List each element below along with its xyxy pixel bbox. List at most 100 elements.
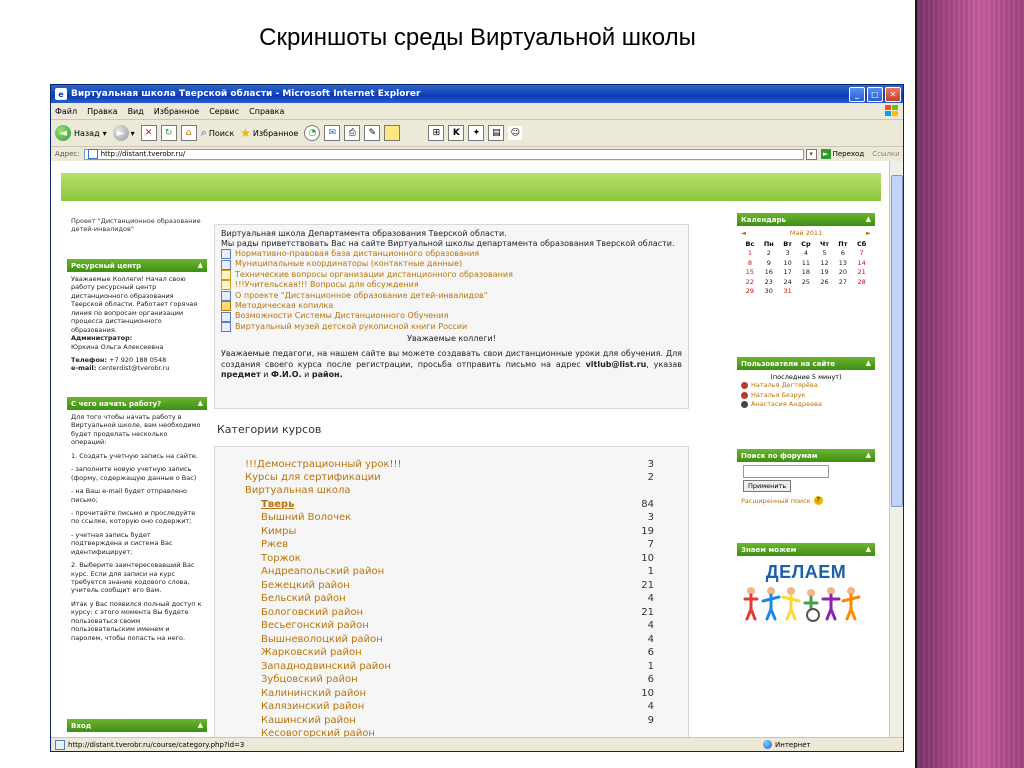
help-icon[interactable]: ? — [813, 496, 823, 506]
forum-search-apply-button[interactable]: Применить — [743, 480, 792, 493]
subcategory-row[interactable]: Жарковский район 6 — [261, 647, 660, 658]
subcategory-row[interactable]: Бельский район 4 — [261, 593, 660, 604]
subcategory-row[interactable]: Кесовогорский район — [261, 728, 660, 737]
subcategory-row[interactable]: Кашинский район 9 — [261, 715, 660, 726]
calendar-next-button[interactable]: ► — [866, 229, 871, 237]
forum-search-input[interactable] — [743, 465, 829, 478]
calendar-month[interactable]: Май 2011 — [790, 229, 822, 237]
print-icon[interactable]: ⎙ — [344, 125, 361, 141]
scrollbar-thumb[interactable] — [891, 175, 903, 507]
subcategory-row[interactable]: Весьегонский район 4 — [261, 620, 660, 631]
maximize-button[interactable]: □ — [867, 86, 883, 102]
children-illustration-icon[interactable] — [737, 583, 875, 623]
research-icon[interactable]: ✦ — [468, 125, 485, 141]
category-name: Виртуальная школа — [245, 485, 351, 496]
intro-link[interactable]: О проекте "Дистанционное образование дет… — [221, 291, 682, 301]
calendar-day: 26 — [820, 277, 829, 286]
intro-link[interactable]: Возможности Системы Дистанционного Обуче… — [221, 311, 682, 322]
start-title: С чего начать работу? — [71, 399, 162, 408]
stop-icon[interactable]: ✕ — [140, 125, 157, 141]
search-button[interactable]: ⌕ Поиск — [201, 126, 235, 140]
subcategory-row[interactable]: Калининский район 10 — [261, 688, 660, 699]
intro-link[interactable]: Нормативно-правовая база дистанционного … — [221, 249, 682, 260]
subcategory-row[interactable]: Бологовский район 21 — [261, 607, 660, 618]
collapse-icon[interactable]: ▲ — [198, 721, 203, 729]
menu-edit[interactable]: Правка — [87, 107, 117, 116]
collapse-icon[interactable]: ▲ — [866, 451, 871, 459]
subcategory-name: Бельский район — [261, 593, 346, 604]
subcategory-row[interactable]: Бежецкий район 21 — [261, 580, 660, 591]
subcategory-row[interactable]: Тверь 84 — [261, 499, 660, 510]
messenger-icon[interactable]: ⊞ — [428, 125, 445, 141]
calendar-day: 15 — [745, 268, 755, 277]
menu-favorites[interactable]: Избранное — [154, 107, 199, 116]
collapse-icon[interactable]: ▲ — [866, 359, 871, 367]
window-titlebar: e Виртуальная школа Тверской области - M… — [51, 85, 903, 103]
minimize-button[interactable]: _ — [849, 86, 865, 102]
subcategory-row[interactable]: Калязинский район 4 — [261, 701, 660, 712]
intro-link[interactable]: Технические вопросы организации дистанци… — [221, 270, 682, 280]
forward-button[interactable]: ► ▾ — [112, 125, 135, 141]
go-button[interactable]: ► Переход — [820, 149, 865, 159]
address-dropdown-icon[interactable]: ▾ — [805, 148, 817, 160]
intro-link[interactable]: Муниципальные координаторы (контактные д… — [221, 259, 682, 270]
category-row[interactable]: Виртуальная школа — [245, 485, 660, 496]
book-icon[interactable]: ▤ — [488, 125, 505, 141]
email-value[interactable]: centerdist@tverobr.ru — [98, 364, 169, 372]
links-label[interactable]: Ссылки — [872, 150, 900, 158]
calendar-day: 18 — [801, 268, 811, 277]
subcategory-row[interactable]: Западнодвинский район 1 — [261, 661, 660, 672]
subcategory-row[interactable]: Кимры 19 — [261, 526, 660, 537]
calendar-prev-button[interactable]: ◄ — [741, 229, 746, 237]
subcategory-row[interactable]: Зубцовский район 6 — [261, 674, 660, 685]
start-paragraph: Итак у Вас появился полный доступ к курс… — [71, 599, 202, 642]
discuss-icon[interactable] — [384, 125, 401, 141]
menu-tools[interactable]: Сервис — [209, 107, 239, 116]
address-input[interactable]: http://distant.tverobr.ru/ — [83, 148, 804, 160]
contact-email[interactable]: vitlub@list.ru — [586, 360, 647, 369]
collapse-icon[interactable]: ▲ — [866, 545, 871, 553]
people-icon[interactable]: ☺ — [508, 126, 523, 140]
start-block: С чего начать работу? ▲ Для того чтобы н… — [67, 397, 207, 646]
k-icon[interactable]: K — [448, 125, 465, 141]
vertical-scrollbar[interactable] — [889, 161, 903, 737]
subcategory-row[interactable]: Торжок 10 — [261, 553, 660, 564]
intro-links: Нормативно-правовая база дистанционного … — [221, 249, 682, 332]
category-row[interactable]: Курсы для сертификации 2 — [245, 472, 660, 483]
subcategory-row[interactable]: Андреапольский район 1 — [261, 566, 660, 577]
go-label: Переход — [832, 150, 865, 158]
subcategory-row[interactable]: Ржев 7 — [261, 539, 660, 550]
refresh-icon[interactable]: ↻ — [160, 125, 177, 141]
favorites-button[interactable]: ★ Избранное — [240, 126, 298, 140]
collapse-icon[interactable]: ▲ — [198, 399, 203, 407]
collapse-icon[interactable]: ▲ — [866, 215, 871, 223]
history-icon[interactable]: ◔ — [304, 125, 321, 141]
online-user[interactable]: Наталья Безрук — [741, 391, 871, 400]
intro-link-label: Возможности Системы Дистанционного Обуче… — [235, 311, 449, 321]
mail-icon[interactable]: ✉ — [324, 125, 341, 141]
intro-link[interactable]: Методическая копилка — [221, 301, 682, 312]
close-button[interactable]: ✕ — [885, 86, 901, 102]
intro-line: Виртуальная школа Департамента образован… — [221, 229, 507, 238]
menu-view[interactable]: Вид — [128, 107, 144, 116]
home-icon[interactable]: ⌂ — [180, 125, 197, 141]
start-paragraph: 1. Создать учетную запись на сайте. — [71, 451, 198, 460]
calendar-day: 27 — [838, 277, 848, 286]
intro-link[interactable]: Виртуальный музей детской рукописной кни… — [221, 322, 682, 332]
category-name: Курсы для сертификации — [245, 472, 381, 483]
menu-file[interactable]: Файл — [55, 107, 77, 116]
category-row[interactable]: !!!Демонстрационный урок!!! 3 — [245, 459, 660, 470]
edit-icon[interactable]: ✎ — [364, 125, 381, 141]
znaem-title: Знаем можем — [741, 545, 797, 554]
advanced-search-link[interactable]: Расширенный поиск — [741, 497, 811, 505]
subcategory-row[interactable]: Вышневолоцкий район 4 — [261, 634, 660, 645]
menu-help[interactable]: Справка — [249, 107, 284, 116]
back-button[interactable]: ◄ Назад ▾ — [55, 125, 107, 141]
subcategory-row[interactable]: Вышний Волочек 3 — [261, 512, 660, 523]
collapse-icon[interactable]: ▲ — [198, 261, 203, 269]
online-user[interactable]: Наталья Дегтярёва — [741, 381, 871, 390]
online-user[interactable]: Анастасия Андреева — [741, 400, 871, 409]
calendar-day: 4 — [803, 249, 808, 258]
znaem-block: Знаем можем ▲ ДЕЛАЕМ — [737, 543, 875, 631]
intro-link[interactable]: !!!Учительская!!! Вопросы для обсуждения — [221, 280, 682, 291]
